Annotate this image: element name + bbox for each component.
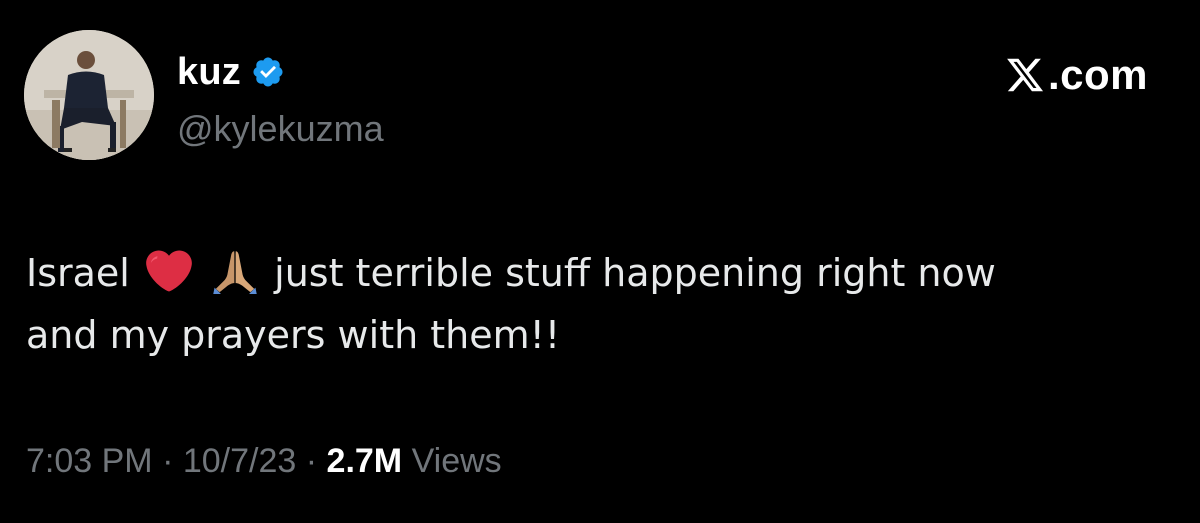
verified-badge-icon[interactable] bbox=[251, 55, 285, 89]
tweet-text-line1-start: Israel bbox=[26, 251, 130, 295]
avatar[interactable] bbox=[24, 30, 154, 160]
views-label: Views bbox=[411, 442, 502, 480]
author-display-name[interactable]: kuz bbox=[177, 51, 241, 94]
tweet-date[interactable]: 10/7/23 bbox=[183, 442, 296, 480]
brand-domain-text: .com bbox=[1047, 51, 1148, 98]
tweet-time[interactable]: 7:03 PM bbox=[26, 442, 153, 480]
tweet-text-line2: and my prayers with them!! bbox=[26, 313, 561, 357]
brand-watermark: .com bbox=[1005, 51, 1148, 98]
tweet-card: kuz @kylekuzma .com Israel just terrible… bbox=[0, 0, 1200, 523]
folded-hands-emoji bbox=[212, 248, 258, 294]
tweet-body: Israel just terrible stuff happening rig… bbox=[26, 242, 1176, 366]
meta-separator: · bbox=[305, 442, 318, 480]
red-heart-emoji bbox=[146, 248, 192, 294]
author-name-row[interactable]: kuz bbox=[177, 50, 285, 94]
avatar-photo bbox=[24, 30, 154, 160]
tweet-meta: 7:03 PM · 10/7/23 · 2.7M Views bbox=[26, 442, 502, 481]
views-count[interactable]: 2.7M bbox=[327, 442, 403, 480]
author-handle[interactable]: @kylekuzma bbox=[177, 108, 384, 150]
tweet-text-line1-end: just terrible stuff happening right now bbox=[274, 251, 996, 295]
meta-separator: · bbox=[162, 442, 174, 480]
x-logo-icon bbox=[1005, 55, 1045, 95]
